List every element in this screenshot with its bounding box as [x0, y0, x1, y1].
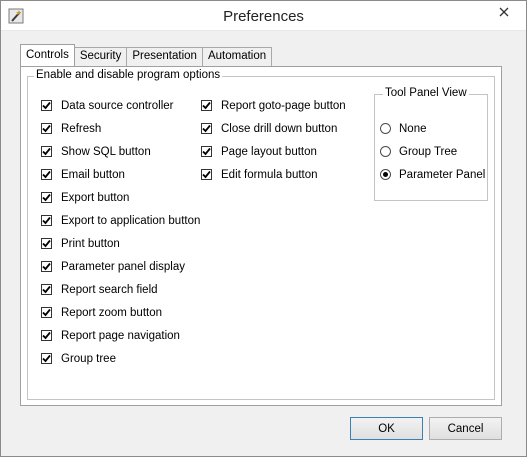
radio-button[interactable] [380, 169, 391, 180]
checkbox-label: Export button [61, 191, 130, 204]
checkbox-box[interactable] [41, 192, 52, 203]
checkbox-refresh[interactable]: Refresh [41, 117, 200, 140]
program-options-group: Enable and disable program options Data … [27, 69, 495, 400]
close-icon [499, 7, 509, 17]
radio-label: Group Tree [399, 145, 458, 158]
check-mark-icon [202, 124, 211, 133]
tab-strip: Controls Security Presentation Automatio… [20, 44, 273, 66]
dialog-client: Controls Security Presentation Automatio… [9, 32, 518, 450]
checkbox-box[interactable] [201, 146, 212, 157]
options-column-2: Report goto-page button Close drill down … [201, 94, 346, 186]
options-column-1: Data source controller Refresh Show SQL bu… [41, 94, 200, 370]
radio-none[interactable]: None [380, 117, 485, 140]
check-mark-icon [42, 331, 51, 340]
checkbox-export-to-application-button[interactable]: Export to application button [41, 209, 200, 232]
window-title: Preferences [223, 8, 304, 25]
radio-parameter-panel[interactable]: Parameter Panel [380, 163, 485, 186]
checkbox-box[interactable] [41, 123, 52, 134]
check-mark-icon [202, 101, 211, 110]
preferences-window: Preferences Controls Security Presentati… [0, 0, 527, 457]
checkbox-box[interactable] [201, 100, 212, 111]
checkbox-box[interactable] [41, 146, 52, 157]
check-mark-icon [42, 285, 51, 294]
checkbox-box[interactable] [41, 100, 52, 111]
checkbox-label: Group tree [61, 352, 116, 365]
checkbox-box[interactable] [41, 353, 52, 364]
checkbox-label: Parameter panel display [61, 260, 186, 273]
cancel-button[interactable]: Cancel [429, 417, 502, 440]
radio-label: Parameter Panel [399, 168, 486, 181]
checkbox-email-button[interactable]: Email button [41, 163, 200, 186]
check-mark-icon [42, 239, 51, 248]
checkbox-box[interactable] [41, 284, 52, 295]
checkbox-box[interactable] [41, 238, 52, 249]
radio-selected-dot [383, 172, 388, 177]
tab-security[interactable]: Security [73, 47, 128, 66]
checkbox-parameter-panel-display[interactable]: Parameter panel display [41, 255, 200, 278]
check-mark-icon [42, 193, 51, 202]
checkbox-data-source-controller[interactable]: Data source controller [41, 94, 200, 117]
checkbox-label: Report goto-page button [221, 99, 346, 112]
checkbox-label: Report search field [61, 283, 158, 296]
checkbox-box[interactable] [201, 123, 212, 134]
checkbox-label: Show SQL button [61, 145, 151, 158]
radio-button[interactable] [380, 123, 391, 134]
check-mark-icon [42, 262, 51, 271]
check-mark-icon [42, 147, 51, 156]
check-mark-icon [42, 170, 51, 179]
check-mark-icon [42, 308, 51, 317]
checkbox-report-goto-page-button[interactable]: Report goto-page button [201, 94, 346, 117]
program-options-legend: Enable and disable program options [34, 69, 223, 81]
tab-automation[interactable]: Automation [201, 47, 273, 66]
checkbox-box[interactable] [41, 169, 52, 180]
radio-button[interactable] [380, 146, 391, 157]
checkbox-group-tree[interactable]: Group tree [41, 347, 200, 370]
checkbox-label: Print button [61, 237, 120, 250]
checkbox-label: Page layout button [221, 145, 317, 158]
checkbox-close-drill-down-button[interactable]: Close drill down button [201, 117, 346, 140]
checkbox-edit-formula-button[interactable]: Edit formula button [201, 163, 346, 186]
check-mark-icon [42, 216, 51, 225]
title-bar[interactable]: Preferences [1, 1, 526, 31]
checkbox-report-page-navigation[interactable]: Report page navigation [41, 324, 200, 347]
tab-controls[interactable]: Controls [20, 44, 75, 66]
checkbox-box[interactable] [201, 169, 212, 180]
check-mark-icon [202, 147, 211, 156]
checkbox-page-layout-button[interactable]: Page layout button [201, 140, 346, 163]
checkbox-label: Refresh [61, 122, 102, 135]
check-mark-icon [42, 354, 51, 363]
checkbox-label: Close drill down button [221, 122, 338, 135]
checkbox-label: Edit formula button [221, 168, 318, 181]
checkbox-export-button[interactable]: Export button [41, 186, 200, 209]
checkbox-box[interactable] [41, 215, 52, 226]
close-button[interactable] [488, 2, 520, 22]
ok-button[interactable]: OK [350, 417, 423, 440]
check-mark-icon [42, 124, 51, 133]
checkbox-show-sql-button[interactable]: Show SQL button [41, 140, 200, 163]
checkbox-box[interactable] [41, 307, 52, 318]
checkbox-label: Email button [61, 168, 125, 181]
checkbox-box[interactable] [41, 330, 52, 341]
checkbox-report-search-field[interactable]: Report search field [41, 278, 200, 301]
radio-label: None [399, 122, 427, 135]
tool-panel-view-group: Tool Panel View None Group Tree Parameter … [374, 87, 488, 201]
tab-panel-controls: Enable and disable program options Data … [20, 66, 502, 406]
checkbox-label: Export to application button [61, 214, 201, 227]
checkbox-report-zoom-button[interactable]: Report zoom button [41, 301, 200, 324]
checkbox-label: Report zoom button [61, 306, 163, 319]
check-mark-icon [42, 101, 51, 110]
tool-panel-radio-list: None Group Tree Parameter Panel [380, 117, 485, 186]
checkbox-label: Report page navigation [61, 329, 180, 342]
checkbox-label: Data source controller [61, 99, 174, 112]
checkbox-box[interactable] [41, 261, 52, 272]
tool-panel-view-legend: Tool Panel View [383, 87, 469, 99]
checkbox-print-button[interactable]: Print button [41, 232, 200, 255]
check-mark-icon [202, 170, 211, 179]
tab-presentation[interactable]: Presentation [126, 47, 203, 66]
radio-group-tree[interactable]: Group Tree [380, 140, 485, 163]
